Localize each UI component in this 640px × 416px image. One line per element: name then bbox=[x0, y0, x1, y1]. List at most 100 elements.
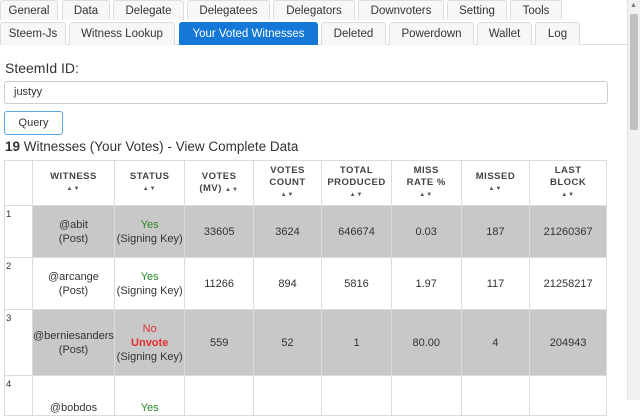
header-last-block[interactable]: LAST BLOCK ▲▼ bbox=[529, 160, 607, 206]
header-missed[interactable]: MISSED ▲▼ bbox=[460, 160, 531, 206]
votes-count-cell: 894 bbox=[252, 257, 323, 310]
missed-cell: 117 bbox=[460, 257, 531, 310]
header-miss-rate[interactable]: MISS RATE % ▲▼ bbox=[390, 160, 462, 206]
witness-link[interactable]: @arcange bbox=[48, 271, 99, 283]
votes-count-cell: 3624 bbox=[252, 205, 323, 258]
tab-log[interactable]: Log bbox=[535, 22, 580, 45]
tab-setting[interactable]: Setting bbox=[447, 0, 507, 20]
last-block-cell: 204943 bbox=[529, 309, 607, 376]
tab-tools[interactable]: Tools bbox=[510, 0, 562, 20]
tab-delegators[interactable]: Delegators bbox=[273, 0, 355, 20]
tab-wallet[interactable]: Wallet bbox=[477, 22, 532, 45]
table-row: 4 @bobdos Yes bbox=[3, 375, 607, 416]
sort-icon: ▲▼ bbox=[488, 186, 503, 192]
row-index: 2 bbox=[3, 257, 34, 310]
tab-downvoters[interactable]: Downvoters bbox=[358, 0, 444, 20]
post-link[interactable]: (Post) bbox=[59, 285, 88, 297]
witness-link[interactable]: @berniesanders bbox=[33, 330, 114, 342]
tab-steem-js[interactable]: Steem-Js bbox=[0, 22, 66, 45]
status-value: Yes bbox=[140, 402, 159, 414]
total-produced-cell bbox=[321, 375, 392, 416]
post-link[interactable]: (Post) bbox=[59, 344, 88, 356]
last-block-cell: 21260367 bbox=[529, 205, 607, 258]
header-index bbox=[3, 160, 34, 206]
tab-general[interactable]: General bbox=[0, 0, 58, 20]
row-index: 3 bbox=[3, 309, 34, 376]
tab-witness-lookup[interactable]: Witness Lookup bbox=[69, 22, 175, 45]
post-link[interactable]: (Post) bbox=[59, 233, 88, 245]
unvote-link[interactable]: Unvote bbox=[131, 337, 168, 349]
table-row: 1 @abit (Post) Yes (Signing Key) 33605 362… bbox=[3, 205, 607, 258]
witness-link[interactable]: @bobdos bbox=[50, 402, 97, 414]
tab-data[interactable]: Data bbox=[62, 0, 110, 20]
header-witness[interactable]: WITNESS ▲▼ bbox=[32, 160, 115, 206]
miss-rate-cell: 0.03 bbox=[390, 205, 462, 258]
votes-mv-cell: 559 bbox=[184, 309, 254, 376]
votes-mv-cell: 33605 bbox=[184, 205, 254, 258]
total-produced-cell: 646674 bbox=[321, 205, 392, 258]
miss-rate-cell bbox=[390, 375, 462, 416]
status-value: Yes bbox=[140, 218, 159, 231]
table-header-row: WITNESS ▲▼ STATUS ▲▼ VOTES (MV) ▲▼ VOTES COU… bbox=[3, 160, 607, 206]
votes-mv-cell: 11266 bbox=[184, 257, 254, 310]
signing-key-link[interactable]: (Signing Key) bbox=[117, 233, 183, 245]
witness-cell: @abit (Post) bbox=[32, 205, 115, 258]
missed-cell: 4 bbox=[460, 309, 531, 376]
sort-icon: ▲▼ bbox=[142, 186, 157, 192]
vertical-scrollbar[interactable]: ▲ bbox=[627, 0, 640, 400]
table-row: 2 @arcange (Post) Yes (Signing Key) 11266 … bbox=[3, 257, 607, 310]
witness-link[interactable]: @abit bbox=[59, 219, 88, 231]
steemid-input[interactable]: justyy bbox=[4, 81, 608, 104]
tab-bar-secondary: Steem-Js Witness Lookup Your Voted Witne… bbox=[0, 22, 628, 45]
header-votes-mv[interactable]: VOTES (MV) ▲▼ bbox=[184, 160, 254, 206]
sort-icon: ▲▼ bbox=[349, 192, 364, 198]
tab-deleted[interactable]: Deleted bbox=[321, 22, 386, 45]
header-total-produced[interactable]: TOTAL PRODUCED ▲▼ bbox=[321, 160, 392, 206]
sort-icon: ▲▼ bbox=[225, 186, 239, 193]
row-index: 4 bbox=[3, 375, 34, 416]
header-status[interactable]: STATUS ▲▼ bbox=[113, 160, 186, 206]
miss-rate-cell: 80.00 bbox=[390, 309, 462, 376]
scrollbar-thumb[interactable] bbox=[630, 14, 638, 130]
last-block-cell bbox=[529, 375, 607, 416]
sort-icon: ▲▼ bbox=[561, 192, 576, 198]
sort-icon: ▲▼ bbox=[419, 192, 434, 198]
votes-mv-cell bbox=[184, 375, 254, 416]
status-cell: Yes (Signing Key) bbox=[113, 205, 186, 258]
scroll-up-arrow-icon[interactable]: ▲ bbox=[630, 2, 637, 9]
witness-summary-text: Witnesses (Your Votes) - View Complete D… bbox=[20, 139, 299, 154]
tab-bar-primary: General Data Delegate Delegatees Delegat… bbox=[0, 0, 628, 22]
tab-delegatees[interactable]: Delegatees bbox=[187, 0, 270, 20]
missed-cell bbox=[460, 375, 531, 416]
tab-your-voted-witnesses[interactable]: Your Voted Witnesses bbox=[179, 22, 318, 45]
miss-rate-cell: 1.97 bbox=[390, 257, 462, 310]
status-value: No bbox=[142, 322, 157, 335]
witness-count: 19 bbox=[5, 139, 21, 154]
status-cell: Yes (Signing Key) bbox=[113, 257, 186, 310]
witness-cell: @bobdos bbox=[32, 375, 115, 416]
witness-table: WITNESS ▲▼ STATUS ▲▼ VOTES (MV) ▲▼ VOTES COU… bbox=[3, 160, 607, 416]
table-row: 3 @berniesanders (Post) No Unvote (Signing … bbox=[3, 309, 607, 376]
total-produced-cell: 1 bbox=[321, 309, 392, 376]
steemid-label: SteemId ID: bbox=[5, 60, 79, 76]
signing-key-link[interactable]: (Signing Key) bbox=[117, 285, 183, 297]
total-produced-cell: 5816 bbox=[321, 257, 392, 310]
missed-cell: 187 bbox=[460, 205, 531, 258]
votes-count-cell bbox=[252, 375, 323, 416]
last-block-cell: 21258217 bbox=[529, 257, 607, 310]
row-index: 1 bbox=[3, 205, 34, 258]
status-cell: No Unvote (Signing Key) bbox=[113, 309, 186, 376]
sort-icon: ▲▼ bbox=[66, 186, 81, 192]
query-button[interactable]: Query bbox=[4, 111, 63, 135]
sort-icon: ▲▼ bbox=[280, 192, 295, 198]
tab-delegate[interactable]: Delegate bbox=[113, 0, 184, 20]
tab-powerdown[interactable]: Powerdown bbox=[389, 22, 474, 45]
votes-count-cell: 52 bbox=[252, 309, 323, 376]
witness-summary: 19 Witnesses (Your Votes) - View Complet… bbox=[5, 139, 298, 154]
status-value: Yes bbox=[140, 270, 159, 283]
signing-key-link[interactable]: (Signing Key) bbox=[117, 351, 183, 363]
witness-cell: @berniesanders (Post) bbox=[32, 309, 115, 376]
header-votes-count[interactable]: VOTES COUNT ▲▼ bbox=[252, 160, 323, 206]
witness-cell: @arcange (Post) bbox=[32, 257, 115, 310]
status-cell: Yes bbox=[113, 375, 186, 416]
